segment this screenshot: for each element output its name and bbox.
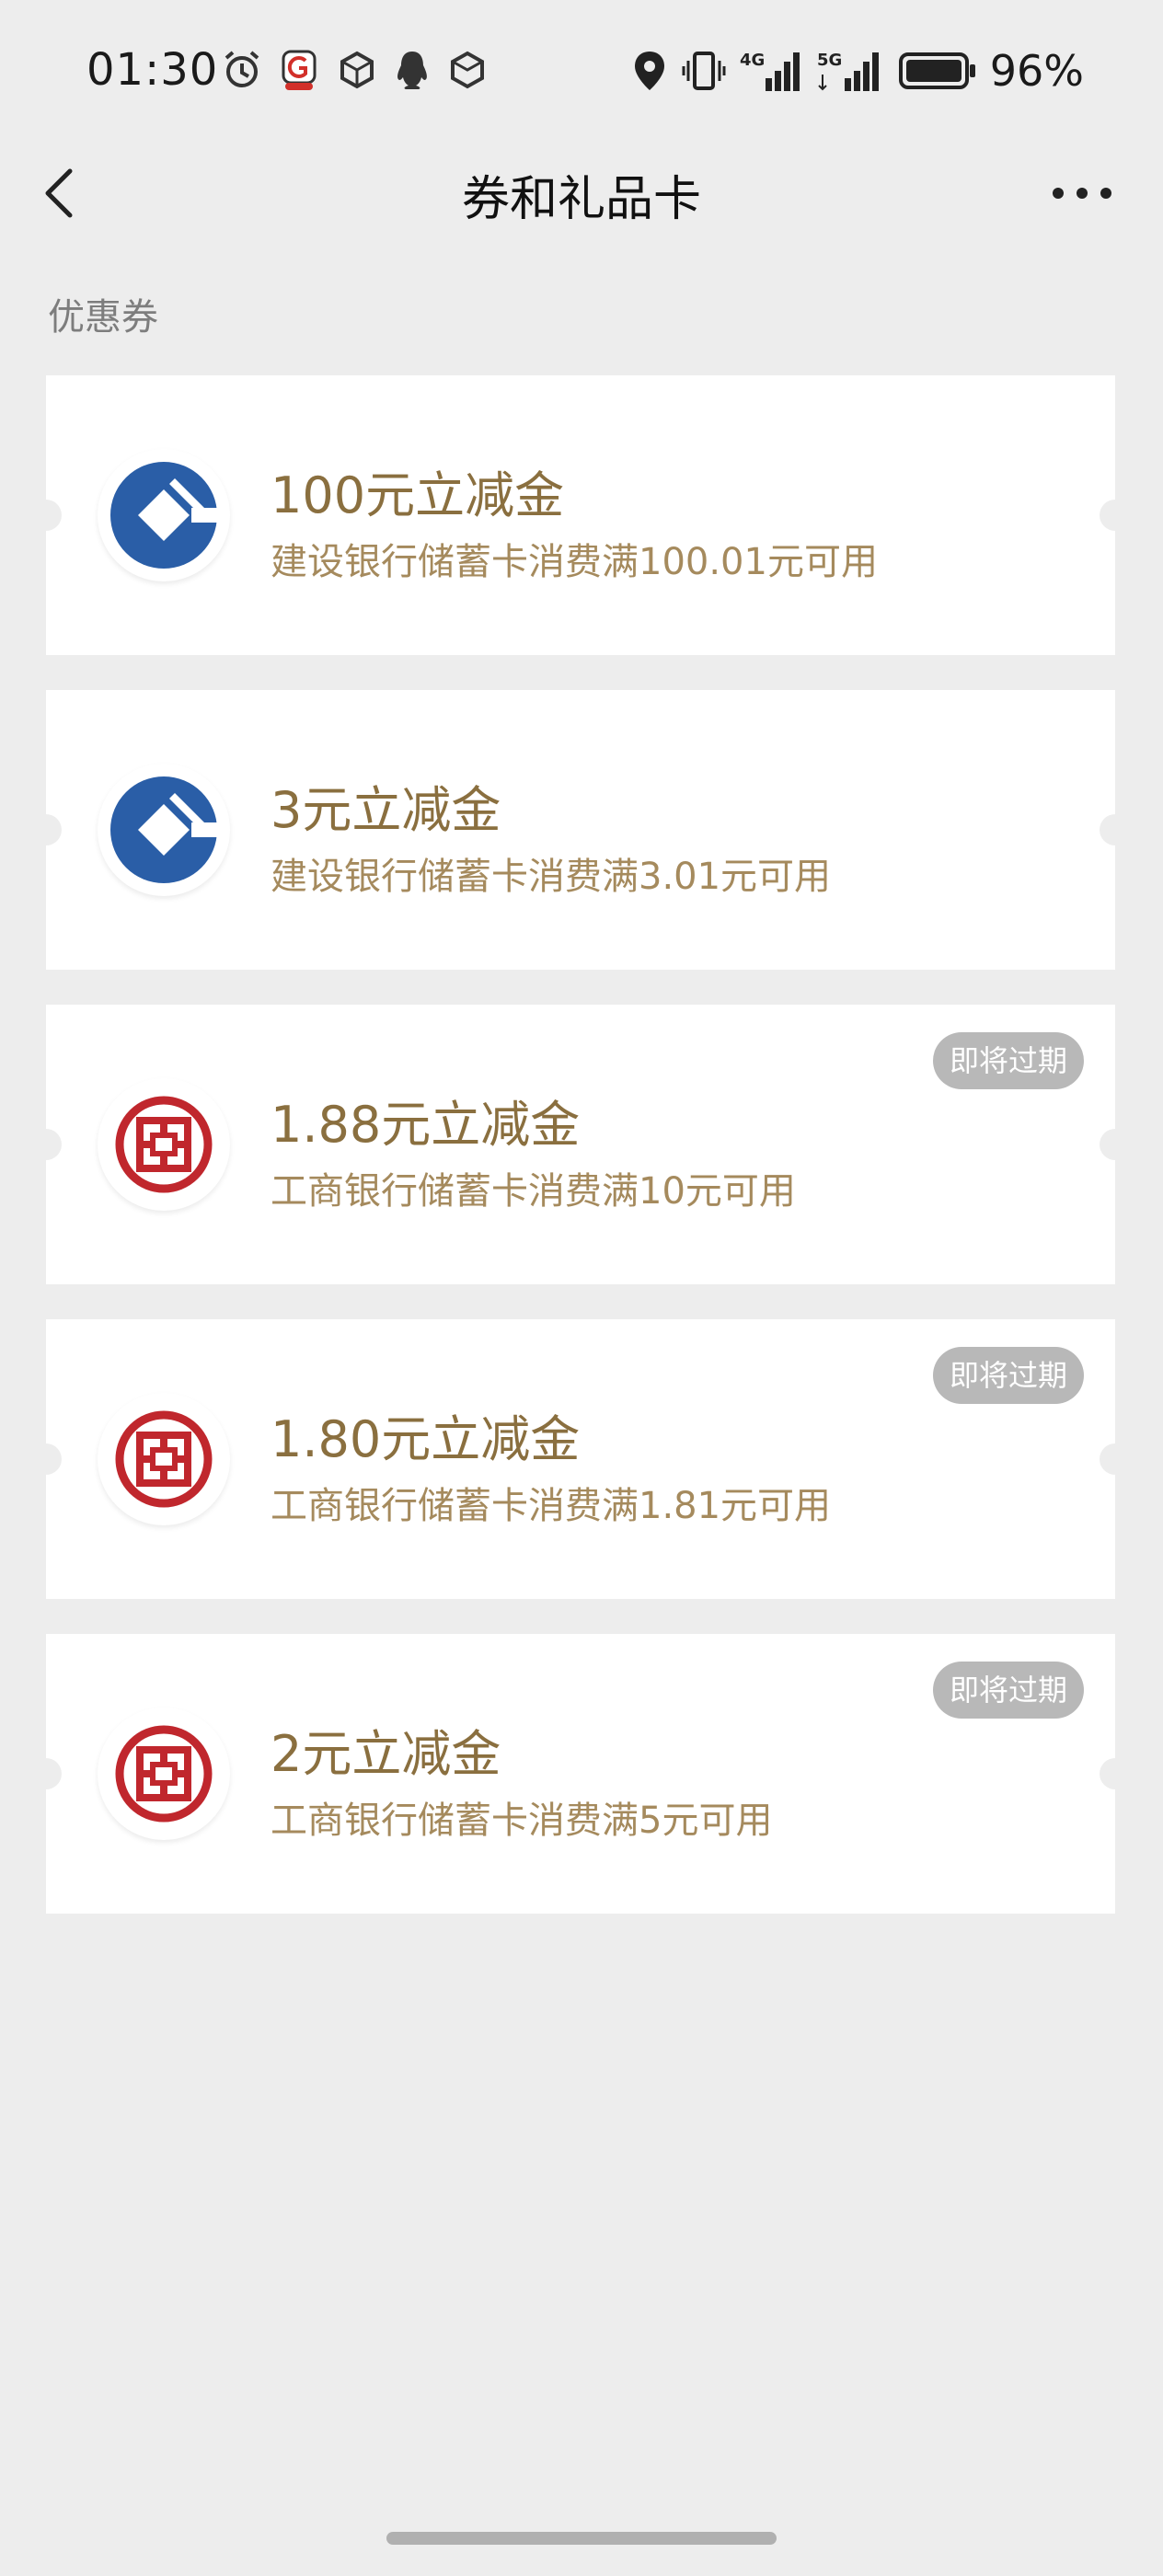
- box-icon: [340, 51, 374, 89]
- signal-4g-icon: 4G: [740, 51, 800, 91]
- coupon-notch: [30, 1129, 62, 1160]
- icbc-logo: [98, 1078, 230, 1211]
- coupon-list: 100元立减金 建设银行储蓄卡消费满100.01元可用 3元立减金 建设银行储蓄…: [30, 375, 1131, 1949]
- expiring-soon-badge: 即将过期: [932, 1032, 1084, 1089]
- battery-percentage: 96%: [989, 46, 1084, 96]
- alarm-icon: [225, 51, 259, 87]
- coupon-notch: [30, 1443, 62, 1475]
- qq-icon: [397, 52, 427, 89]
- section-title: 优惠券: [48, 296, 158, 339]
- coupon-notch: [1100, 814, 1131, 845]
- icbc-logo: [98, 1708, 230, 1840]
- app-badge-icon: [282, 50, 317, 90]
- svg-text:4G: 4G: [740, 51, 765, 70]
- page-title: 券和礼品卡: [461, 172, 701, 227]
- box-icon: [451, 51, 484, 89]
- coupon-notch: [1100, 1129, 1131, 1160]
- location-icon: [634, 52, 664, 90]
- icbc-logo-icon: [115, 1725, 213, 1823]
- coupon-title: 1.80元立减金: [271, 1410, 581, 1468]
- coupon-notch: [1100, 500, 1131, 531]
- ccb-logo: [98, 764, 230, 896]
- coupon-notch: [30, 814, 62, 845]
- expiring-soon-badge: 即将过期: [932, 1347, 1084, 1404]
- coupon-title: 100元立减金: [271, 466, 565, 524]
- svg-text:5G: 5G: [817, 51, 842, 70]
- coupon-description: 工商银行储蓄卡消费满1.81元可用: [271, 1485, 832, 1527]
- home-indicator[interactable]: [386, 2532, 777, 2545]
- icbc-logo: [98, 1393, 230, 1525]
- coupon-description: 建设银行储蓄卡消费满3.01元可用: [271, 856, 832, 898]
- icbc-logo-icon: [115, 1410, 213, 1508]
- coupon-title: 1.88元立减金: [271, 1096, 581, 1154]
- coupon-title: 2元立减金: [271, 1725, 501, 1783]
- coupon-notch: [30, 1758, 62, 1789]
- nav-bar: 券和礼品卡: [0, 147, 1163, 243]
- expiring-soon-badge: 即将过期: [932, 1662, 1084, 1719]
- coupon-notch: [1100, 1758, 1131, 1789]
- ccb-logo-icon: [110, 462, 219, 569]
- coupon-card[interactable]: 即将过期 1.88元立减金 工商银行储蓄卡消费满10元可用: [30, 1005, 1131, 1284]
- coupon-page: 01:30 4G 5G 96% 券和礼品卡 优惠券 100元立减金 建设银行储蓄…: [0, 0, 1163, 2576]
- ccb-logo: [98, 449, 230, 581]
- coupon-notch: [30, 500, 62, 531]
- coupon-card[interactable]: 即将过期 2元立减金 工商银行储蓄卡消费满5元可用: [30, 1634, 1131, 1914]
- coupon-card[interactable]: 即将过期 1.80元立减金 工商银行储蓄卡消费满1.81元可用: [30, 1319, 1131, 1599]
- more-dots-icon[interactable]: [1045, 164, 1119, 223]
- coupon-card[interactable]: 100元立减金 建设银行储蓄卡消费满100.01元可用: [30, 375, 1131, 655]
- coupon-notch: [1100, 1443, 1131, 1475]
- ccb-logo-icon: [110, 776, 219, 883]
- signal-5g-icon: 5G: [817, 51, 879, 91]
- status-bar: 01:30 4G 5G 96%: [0, 0, 1163, 147]
- coupon-card[interactable]: 3元立减金 建设银行储蓄卡消费满3.01元可用: [30, 690, 1131, 970]
- battery-icon: [898, 52, 975, 89]
- coupon-description: 工商银行储蓄卡消费满5元可用: [271, 1800, 773, 1842]
- icbc-logo-icon: [115, 1096, 213, 1193]
- status-time: 01:30: [86, 44, 219, 96]
- coupon-title: 3元立减金: [271, 781, 501, 839]
- status-right-icons: 4G 5G 96%: [631, 46, 1084, 96]
- coupon-description: 建设银行储蓄卡消费满100.01元可用: [271, 541, 878, 583]
- vibrate-icon: [682, 52, 726, 90]
- coupon-description: 工商银行储蓄卡消费满10元可用: [271, 1170, 796, 1213]
- status-left-icons: [221, 48, 488, 92]
